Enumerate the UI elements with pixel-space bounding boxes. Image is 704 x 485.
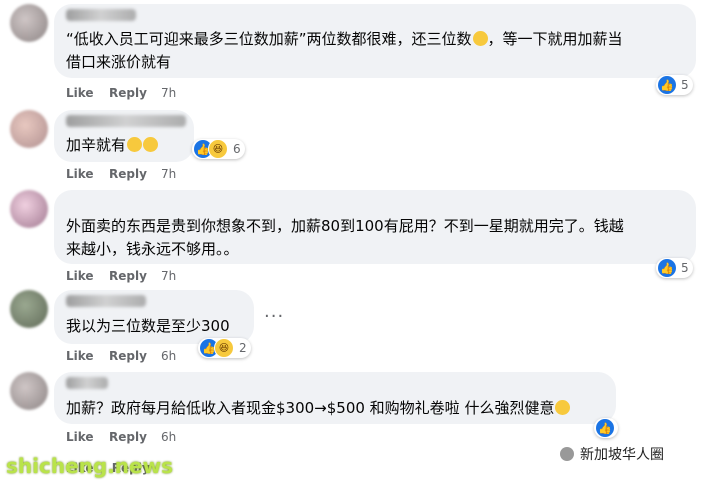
smirk-emoji-icon (555, 400, 571, 415)
reply-button[interactable]: Reply (109, 86, 147, 100)
avatar[interactable] (10, 110, 48, 148)
smile-emoji-icon (143, 137, 159, 152)
like-button[interactable]: Like (66, 269, 94, 283)
reaction-summary[interactable]: 👍 😆 6 (192, 139, 245, 159)
comment-bubble: “低收入员工可迎来最多三位数加薪”两位数都很难，还三位数 ，等一下就用加薪当 借口… (54, 4, 696, 78)
comment-text: 我以为三位数是至少300 (66, 317, 230, 335)
timestamp[interactable]: 6h (161, 349, 176, 363)
laughing-crying-emoji-icon (472, 31, 488, 46)
like-button[interactable]: Like (66, 430, 94, 444)
comment-text: 外面卖的东西是贵到你想象不到，加薪80到100有屁用？不到一星期就用完了。钱越 (66, 217, 624, 235)
reaction-summary[interactable]: 👍 5 (656, 75, 693, 95)
more-options-icon[interactable]: ··· (264, 306, 284, 327)
reply-button[interactable]: Reply (109, 430, 147, 444)
wechat-icon (560, 447, 574, 461)
haha-reaction-icon: 😆 (214, 338, 234, 358)
like-reaction-icon: 👍 (658, 76, 676, 94)
comment-text: 加辛就有 (66, 134, 159, 157)
comment-text: 加薪？政府每月給低收入者现金$300→$500 和购物礼卷啦 什么強烈健意 (66, 397, 571, 420)
reaction-summary[interactable]: 👍 (594, 418, 618, 438)
haha-reaction-icon: 😆 (208, 139, 228, 159)
like-button[interactable]: Like (66, 86, 94, 100)
timestamp[interactable]: 6h (161, 430, 176, 444)
comment-text-line-2: 借口来涨价就有 (66, 53, 172, 71)
avatar[interactable] (10, 372, 48, 410)
comment-bubble: 我以为三位数是至少300 (54, 290, 254, 344)
avatar[interactable] (10, 4, 48, 42)
like-reaction-icon: 👍 (596, 419, 614, 437)
brand-label: 新加坡华人圈 (560, 444, 664, 464)
author-name-blurred[interactable] (66, 295, 146, 307)
reaction-summary[interactable]: 👍 😆 2 (198, 338, 251, 358)
comment-text: “低收入员工可迎来最多三位数加薪”两位数都很难，还三位数 ，等一下就用加薪当 (66, 30, 623, 48)
comment-text-line-2: 来越小，钱永远不够用。。 (66, 240, 239, 258)
comment-bubble: 加辛就有 (54, 110, 194, 162)
timestamp[interactable]: 7h (161, 86, 176, 100)
like-button[interactable]: Like (66, 349, 94, 363)
author-name-blurred[interactable] (66, 377, 108, 389)
like-button[interactable]: Like (66, 167, 94, 181)
like-reaction-icon: 👍 (658, 259, 676, 277)
author-name-blurred[interactable] (66, 115, 186, 127)
comment-bubble: 加薪？政府每月給低收入者现金$300→$500 和购物礼卷啦 什么強烈健意 (54, 372, 616, 424)
comment-bubble: 外面卖的东西是贵到你想象不到，加薪80到100有屁用？不到一星期就用完了。钱越 … (54, 190, 696, 264)
avatar[interactable] (10, 190, 48, 228)
reply-button[interactable]: Reply (109, 167, 147, 181)
author-name-blurred[interactable] (66, 9, 136, 21)
timestamp[interactable]: 7h (161, 167, 176, 181)
reaction-summary[interactable]: 👍 5 (656, 258, 693, 278)
timestamp[interactable]: 7h (161, 269, 176, 283)
smile-emoji-icon (127, 137, 143, 152)
reply-button[interactable]: Reply (109, 349, 147, 363)
watermark: shicheng.news (6, 454, 173, 478)
reply-button[interactable]: Reply (109, 269, 147, 283)
avatar[interactable] (10, 290, 48, 328)
